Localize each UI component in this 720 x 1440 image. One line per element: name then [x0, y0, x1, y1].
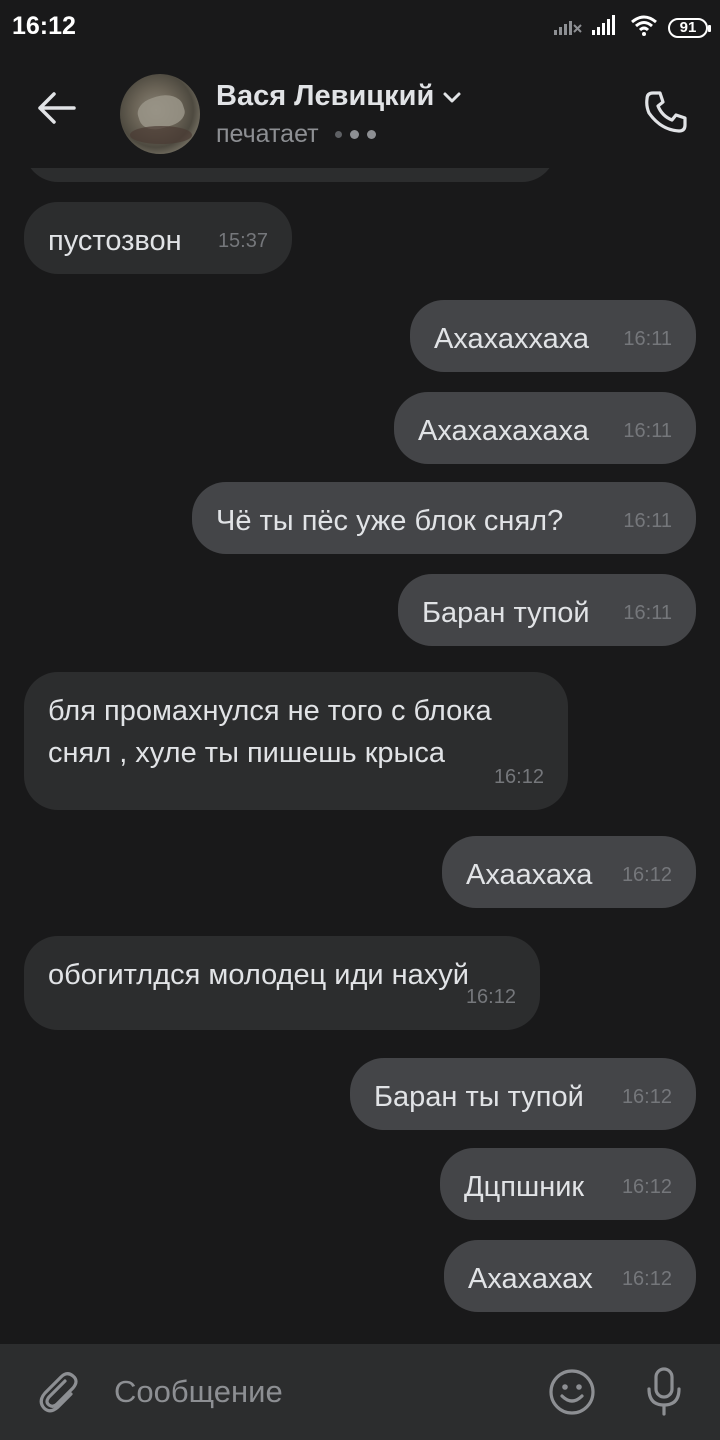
message-input[interactable] — [114, 1370, 514, 1414]
message-composer — [0, 1344, 720, 1440]
arrow-left-icon — [38, 92, 76, 124]
message-time: 16:11 — [623, 420, 672, 442]
message-bubble-outgoing[interactable]: Ахаахаха 16:12 — [442, 836, 696, 908]
paperclip-icon — [39, 1372, 78, 1413]
message-text: Дцпшник — [464, 1171, 585, 1203]
message-time: 15:37 — [217, 230, 268, 252]
message-time: 16:11 — [623, 510, 672, 532]
message-time: 16:11 — [623, 328, 672, 350]
message-text: Ахахаххаха — [434, 323, 590, 355]
message-list[interactable]: пустозвон 15:37 Ахахаххаха 16:11 Ахахаха… — [0, 0, 720, 1344]
typing-status: печатает — [216, 120, 376, 149]
chat-header: Вася Левицкий печатает — [0, 56, 720, 168]
typing-dots-icon — [334, 130, 376, 139]
message-text: Чё ты пёс уже блок снял? — [216, 505, 564, 537]
call-button[interactable] — [638, 84, 694, 140]
avatar[interactable] — [120, 74, 200, 154]
message-text: Ахаахаха — [466, 859, 593, 891]
message-bubble-outgoing[interactable]: Чё ты пёс уже блок снял? 16:11 — [192, 482, 696, 554]
chevron-down-icon — [443, 92, 461, 102]
status-icons: 91 — [554, 14, 711, 41]
message-bubble-outgoing[interactable]: Ахахаххаха 16:11 — [410, 300, 696, 372]
message-bubble-incoming[interactable]: бля промахнулся не того с блока снял , х… — [24, 672, 568, 810]
message-bubble-outgoing[interactable]: Баран ты тупой 16:12 — [350, 1058, 696, 1130]
message-text: пустозвон — [48, 225, 182, 257]
message-text: Баран тупой — [422, 597, 590, 629]
phone-icon — [645, 91, 687, 133]
smiley-icon — [549, 1369, 595, 1415]
attach-button[interactable] — [34, 1368, 82, 1416]
message-bubble-incoming[interactable]: обогитлдся молодец иди нахуй 16:12 — [24, 936, 540, 1030]
microphone-icon — [647, 1367, 681, 1416]
contact-name-label: Вася Левицкий — [216, 80, 435, 112]
signal-icon — [592, 15, 620, 40]
message-text: обогитлдся молодец иди нахуй — [48, 959, 469, 991]
status-bar: 16:12 91 — [0, 0, 720, 56]
message-time: 16:12 — [493, 766, 544, 788]
message-bubble-outgoing[interactable]: Ахахахах 16:12 — [444, 1240, 696, 1312]
wifi-icon — [630, 14, 658, 41]
status-time: 16:12 — [12, 12, 76, 40]
message-time: 16:12 — [621, 1176, 672, 1198]
message-bubble-outgoing[interactable]: Ахахахахаха 16:11 — [394, 392, 696, 464]
message-text: Ахахахахаха — [418, 415, 589, 447]
message-time: 16:12 — [621, 1268, 672, 1290]
back-button[interactable] — [30, 82, 82, 134]
chat-screen: пустозвон 15:37 Ахахаххаха 16:11 Ахахаха… — [0, 0, 720, 1440]
contact-name[interactable]: Вася Левицкий — [216, 80, 462, 113]
message-text: Баран ты тупой — [374, 1081, 584, 1113]
message-bubble-incoming[interactable]: пустозвон 15:37 — [24, 202, 292, 274]
battery-icon: 91 — [668, 17, 711, 38]
message-text: бля промахнулся не того с блока снял , х… — [48, 695, 492, 769]
message-bubble-outgoing[interactable]: Баран тупой 16:11 — [398, 574, 696, 646]
message-time: 16:11 — [623, 602, 672, 624]
emoji-button[interactable] — [546, 1366, 598, 1418]
message-time: 16:12 — [621, 864, 672, 886]
mic-button[interactable] — [638, 1366, 690, 1418]
message-time: 16:12 — [465, 986, 516, 1008]
typing-status-label: печатает — [216, 120, 319, 148]
message-time: 16:12 — [621, 1086, 672, 1108]
signal-no-sim-icon — [554, 15, 582, 40]
message-text: Ахахахах — [468, 1263, 593, 1295]
message-bubble-outgoing[interactable]: Дцпшник 16:12 — [440, 1148, 696, 1220]
